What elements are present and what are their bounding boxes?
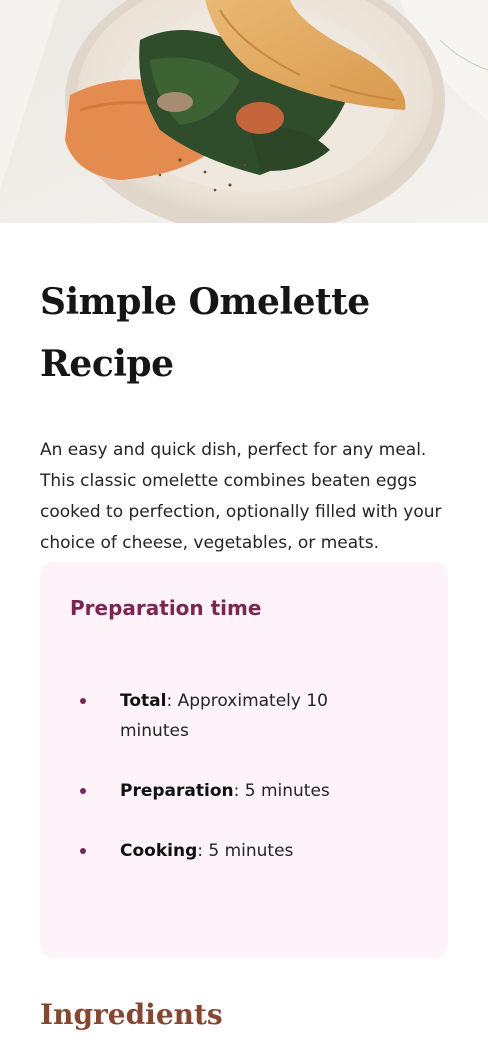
preparation-item-label: Preparation: [120, 781, 234, 801]
preparation-item-cooking: Cooking: 5 minutes: [70, 836, 360, 866]
preparation-item-label: Total: [120, 691, 167, 711]
bullet-dot-icon: [80, 848, 86, 854]
bullet-dot-icon: [80, 788, 86, 794]
preparation-list: Total: Approximately 10 minutes Preparat…: [70, 686, 420, 896]
preparation-item-value: : 5 minutes: [197, 841, 294, 861]
preparation-item-total: Total: Approximately 10 minutes: [70, 686, 360, 746]
preparation-item-label: Cooking: [120, 841, 198, 861]
recipe-content: Simple Omelette Recipe An easy and quick…: [40, 223, 448, 1031]
hero-image: [0, 0, 488, 223]
preparation-item-value: : 5 minutes: [233, 781, 330, 801]
preparation-card: Preparation time Total: Approximately 10…: [40, 562, 448, 958]
preparation-item-preparation: Preparation: 5 minutes: [70, 776, 360, 806]
preparation-heading: Preparation time: [70, 596, 262, 620]
recipe-title: Simple Omelette Recipe: [40, 281, 370, 385]
recipe-intro: An easy and quick dish, perfect for any …: [40, 440, 442, 553]
bullet-dot-icon: [80, 698, 86, 704]
ingredients-heading: Ingredients: [40, 998, 223, 1031]
